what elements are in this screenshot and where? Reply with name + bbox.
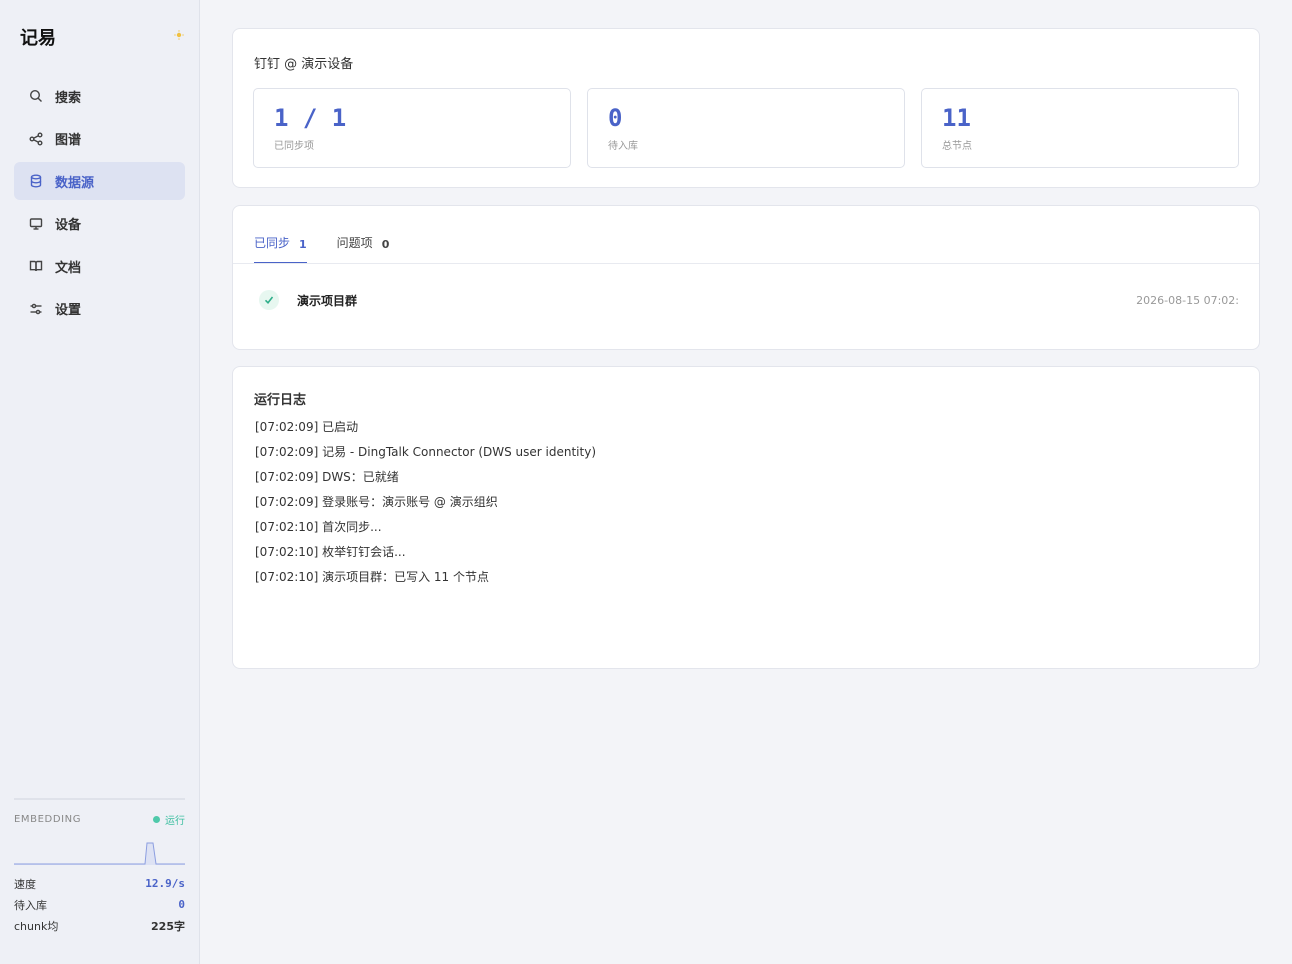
- sidebar-item-label: 设备: [55, 218, 82, 233]
- log-line: [07:02:09] 记易 - DingTalk Connector (DWS …: [255, 445, 597, 459]
- log-line: [07:02:09] DWS：已就绪: [255, 470, 399, 484]
- sidebar-item-graph[interactable]: 图谱: [14, 120, 185, 158]
- log-line: [07:02:09] 已启动: [255, 420, 359, 434]
- embedding-pending-row: 待入库 0: [14, 894, 185, 915]
- book-icon: [28, 258, 44, 274]
- speed-label: 速度: [14, 877, 36, 891]
- source-summary-card: 钉钉 @ 演示设备 1 / 1 已同步项 0 待入库 11 总节点: [232, 28, 1260, 188]
- app-name: 记易: [20, 28, 56, 49]
- run-log-card: 运行日志 [07:02:09] 已启动 [07:02:09] 记易 - Ding…: [232, 366, 1260, 669]
- sidebar-item-label: 文档: [55, 260, 82, 276]
- synced-item-time: 2026-08-15 07:02:: [1136, 293, 1239, 307]
- tab-bar: 已同步 1 问题项 0: [254, 206, 419, 264]
- tab-label: 已同步: [254, 236, 291, 250]
- speed-value: 12.9/s: [145, 877, 185, 890]
- sidebar-item-label: 设置: [55, 303, 82, 318]
- list-item[interactable]: 演示项目群 2026-08-15 07:02:: [259, 289, 1239, 311]
- log-list: [07:02:09] 已启动 [07:02:09] 记易 - DingTalk …: [255, 417, 596, 592]
- sidebar-item-devices[interactable]: 设备: [14, 205, 185, 243]
- sun-icon[interactable]: [173, 29, 185, 41]
- source-title: 钉钉 @ 演示设备: [254, 57, 354, 72]
- sidebar-item-label: 搜索: [55, 90, 82, 106]
- sidebar: 记易 搜索 图谱 数据源 设备 文档 设置 EMBEDDING 运行 速度 12…: [0, 0, 200, 964]
- database-icon: [28, 173, 44, 189]
- sidebar-item-datasource[interactable]: 数据源: [14, 162, 185, 200]
- sidebar-nav: 搜索 图谱 数据源 设备 文档 设置: [14, 77, 185, 332]
- sidebar-item-search[interactable]: 搜索: [14, 77, 185, 115]
- tab-count: 1: [299, 238, 307, 251]
- log-line: [07:02:10] 演示项目群：已写入 11 个节点: [255, 570, 489, 584]
- embedding-sparkline: [14, 842, 185, 865]
- pending-label: 待入库: [14, 898, 47, 912]
- sidebar-item-settings[interactable]: 设置: [14, 290, 185, 328]
- embedding-panel: EMBEDDING 运行 速度 12.9/s 待入库 0 chunk均 225字: [14, 798, 185, 936]
- stat-synced: 1 / 1 已同步项: [253, 88, 571, 168]
- stat-label: 总节点: [942, 141, 972, 152]
- pending-value: 0: [178, 898, 185, 911]
- sliders-icon: [28, 301, 44, 317]
- stat-value: 11: [942, 104, 971, 132]
- stat-label: 待入库: [608, 141, 638, 152]
- chunk-label: chunk均: [14, 919, 59, 933]
- embedding-title: EMBEDDING: [14, 814, 82, 825]
- stat-value: 1 / 1: [274, 104, 347, 132]
- stat-value: 0: [608, 104, 623, 132]
- embedding-speed-row: 速度 12.9/s: [14, 873, 185, 894]
- status-dot-icon: [153, 816, 160, 823]
- synced-item-name: 演示项目群: [297, 293, 358, 308]
- tab-count: 0: [381, 238, 390, 251]
- log-title: 运行日志: [254, 393, 307, 408]
- share-graph-icon: [28, 131, 44, 147]
- sidebar-item-docs[interactable]: 文档: [14, 247, 185, 285]
- sidebar-item-label: 图谱: [55, 133, 82, 148]
- embedding-status: 运行: [153, 812, 185, 827]
- log-line: [07:02:10] 首次同步...: [255, 520, 382, 534]
- embedding-chunk-row: chunk均 225字: [14, 915, 185, 936]
- stat-pending: 0 待入库: [587, 88, 905, 168]
- sidebar-item-label: 数据源: [55, 175, 95, 191]
- chunk-value: 225字: [151, 919, 185, 933]
- search-icon: [28, 88, 44, 104]
- stat-nodes: 11 总节点: [921, 88, 1239, 168]
- stat-label: 已同步项: [274, 141, 314, 152]
- log-line: [07:02:10] 枚举钉钉会话...: [255, 545, 406, 559]
- divider: [233, 263, 1259, 264]
- check-icon: [259, 290, 279, 310]
- tab-label: 问题项: [336, 236, 373, 250]
- tab-issues[interactable]: 问题项 0: [337, 206, 390, 263]
- tab-synced[interactable]: 已同步 1: [254, 206, 307, 264]
- monitor-icon: [28, 216, 44, 232]
- embedding-status-label: 运行: [165, 816, 185, 827]
- log-line: [07:02:09] 登录账号：演示账号 @ 演示组织: [255, 495, 498, 509]
- sync-items-card: 已同步 1 问题项 0 演示项目群 2026-08-15 07:02:: [232, 205, 1260, 350]
